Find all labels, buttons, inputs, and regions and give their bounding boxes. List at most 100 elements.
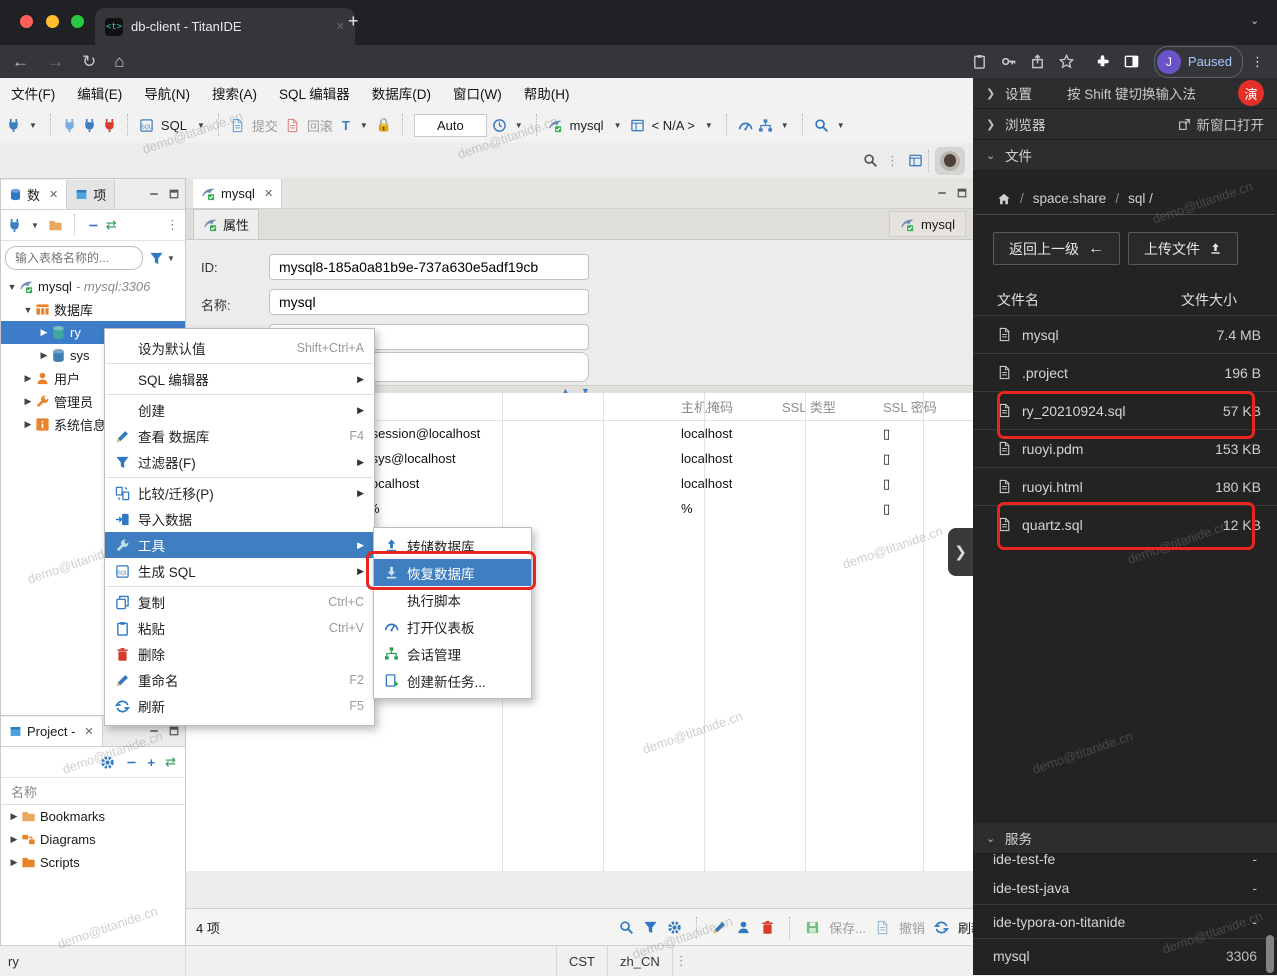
menu-item-sql-editor[interactable]: SQL 编辑器 ▶	[105, 366, 374, 392]
browser-tab[interactable]: <t> db-client - TitanIDE ✕	[95, 8, 355, 45]
home-icon[interactable]: ⌂	[114, 52, 124, 72]
connect-icon[interactable]	[62, 118, 77, 133]
minimize-window-button[interactable]	[45, 14, 59, 28]
file-row-highlighted[interactable]: quartz.sql 12 KB	[973, 505, 1277, 543]
side-panel-icon[interactable]	[1124, 54, 1139, 69]
home-icon[interactable]	[997, 192, 1011, 206]
tab-database-navigator[interactable]: 数 ✕	[1, 179, 68, 209]
expand-arrow-icon[interactable]: ▶	[7, 834, 21, 845]
file-row[interactable]: mysql 7.4 MB	[973, 315, 1277, 353]
editor-tab-mysql[interactable]: mysql ✕	[193, 178, 283, 208]
menu-item-delete[interactable]: 删除	[105, 641, 374, 667]
menu-edit[interactable]: 编辑(E)	[66, 83, 133, 103]
menu-item-tools[interactable]: 工具 ▶	[105, 532, 374, 558]
menu-navigate[interactable]: 导航(N)	[133, 83, 201, 103]
delete-row-trash-icon[interactable]	[760, 920, 775, 935]
commit-icon[interactable]	[230, 118, 245, 133]
filter-dropdown-icon[interactable]: ▼	[167, 254, 175, 263]
grid-cell[interactable]: ▯	[875, 476, 974, 492]
maximize-panel-icon[interactable]	[168, 188, 180, 200]
menu-file[interactable]: 文件(F)	[0, 83, 66, 103]
file-name[interactable]: ry_20210924.sql	[1022, 403, 1126, 419]
project-item-bookmarks[interactable]: ▶ Bookmarks	[1, 805, 186, 828]
transaction-dropdown-icon[interactable]: ▼	[360, 121, 368, 130]
commit-button[interactable]: 提交	[252, 116, 278, 135]
maximize-panel-icon[interactable]	[956, 187, 968, 199]
file-row[interactable]: .project 196 B	[973, 353, 1277, 391]
grid-cell[interactable]: localhost	[673, 476, 774, 491]
sidebar-collapse-handle[interactable]: ❯	[948, 528, 973, 576]
back-up-level-button[interactable]: 返回上一级 ←	[993, 232, 1120, 265]
new-connection-icon[interactable]	[7, 218, 22, 233]
minimize-panel-icon[interactable]	[936, 187, 948, 199]
menu-item-refresh[interactable]: 刷新 F5	[105, 693, 374, 719]
maximize-panel-icon[interactable]	[168, 725, 180, 737]
catalog-icon[interactable]	[630, 118, 645, 133]
dbeaver-avatar[interactable]	[935, 146, 965, 175]
sitemap-icon[interactable]	[758, 118, 773, 133]
zoom-window-button[interactable]	[71, 14, 85, 28]
transaction-mode-icon[interactable]: T	[342, 118, 350, 133]
active-database-select[interactable]: < N/A >	[652, 118, 695, 133]
grid-cell[interactable]: localhost	[673, 426, 774, 441]
tab-close-icon[interactable]: ✕	[264, 187, 273, 200]
forward-icon[interactable]: →	[47, 52, 64, 72]
section-services[interactable]: ⌄ 服务	[973, 823, 1277, 854]
extensions-puzzle-icon[interactable]	[1095, 54, 1110, 69]
dashboard-gauge-icon[interactable]	[738, 118, 753, 133]
expand-arrow-icon[interactable]: ▶	[37, 327, 51, 338]
new-folder-icon[interactable]	[48, 218, 63, 233]
id-input[interactable]	[269, 254, 589, 280]
submenu-item-open-dashboard[interactable]: 打开仪表板	[374, 613, 531, 640]
auto-commit-select[interactable]: Auto	[413, 113, 487, 137]
file-name[interactable]: .project	[1022, 365, 1068, 381]
history-clock-icon[interactable]	[492, 118, 507, 133]
grid-cell[interactable]: ▯	[875, 426, 974, 442]
menu-help[interactable]: 帮助(H)	[513, 83, 581, 103]
profile-paused-pill[interactable]: J Paused	[1153, 45, 1243, 78]
toolbar-overflow-icon[interactable]: ⋮	[886, 153, 900, 169]
expand-arrow-icon[interactable]: ▶	[7, 857, 21, 868]
save-button[interactable]: 保存...	[829, 918, 866, 937]
upload-file-button[interactable]: 上传文件	[1128, 232, 1238, 265]
tab-close-icon[interactable]: ✕	[336, 20, 345, 33]
table-filter-input[interactable]	[5, 246, 143, 270]
collapse-all-icon[interactable]	[87, 219, 100, 232]
open-new-window-button[interactable]: 新窗口打开	[1178, 114, 1264, 134]
file-name[interactable]: mysql	[1022, 327, 1059, 343]
active-connection-select[interactable]: mysql	[570, 118, 604, 133]
section-browser[interactable]: ❯ 浏览器 新窗口打开	[973, 109, 1277, 140]
project-item-diagrams[interactable]: ▶ Diagrams	[1, 828, 186, 851]
tab-search-chevron-icon[interactable]: ⌄	[1250, 14, 1259, 27]
expand-arrow-icon[interactable]: ▶	[21, 419, 35, 430]
expand-arrow-icon[interactable]: ▶	[21, 396, 35, 407]
undo-button[interactable]: 撤销	[899, 918, 925, 937]
connection-indicator[interactable]: mysql	[889, 211, 966, 237]
quick-search-icon[interactable]	[863, 153, 878, 168]
menu-database[interactable]: 数据库(D)	[361, 83, 442, 103]
add-row-person-icon[interactable]	[736, 920, 751, 935]
expand-arrow-icon[interactable]: ▼	[5, 282, 19, 292]
rollback-button[interactable]: 回滚	[307, 116, 333, 135]
menu-item-view-database[interactable]: 查看 数据库 F4	[105, 423, 374, 449]
link-editor-icon[interactable]: ⇄	[106, 217, 117, 233]
menu-sql-editor[interactable]: SQL 编辑器	[268, 83, 361, 103]
grid-header[interactable]: SSL 类型	[774, 397, 875, 416]
new-connection-dropdown-icon[interactable]: ▼	[29, 121, 37, 130]
tree-item-databases[interactable]: ▼ 数据库	[1, 298, 186, 321]
submenu-item-dump-database[interactable]: 转储数据库	[374, 532, 531, 559]
grid-cell[interactable]: ▯	[875, 501, 974, 517]
submenu-item-create-task[interactable]: 创建新任务...	[374, 667, 531, 694]
browser-menu-icon[interactable]: ⋮	[1251, 54, 1265, 70]
tab-properties[interactable]: 属性	[193, 209, 260, 239]
grid-settings-gear-icon[interactable]	[667, 920, 682, 935]
lock-toolbar-icon[interactable]: 🔒	[376, 117, 392, 133]
rollback-icon[interactable]	[285, 118, 300, 133]
menu-item-import-data[interactable]: 导入数据	[105, 506, 374, 532]
section-files[interactable]: ⌄ 文件	[973, 140, 1277, 171]
file-row[interactable]: ruoyi.pdm 153 KB	[973, 429, 1277, 467]
service-row[interactable]: ide-test-java -	[973, 871, 1277, 905]
database-dropdown-icon[interactable]: ▼	[705, 121, 713, 130]
breadcrumb-sql[interactable]: sql /	[1128, 191, 1153, 206]
tab-project[interactable]: Project - ✕	[1, 716, 103, 746]
